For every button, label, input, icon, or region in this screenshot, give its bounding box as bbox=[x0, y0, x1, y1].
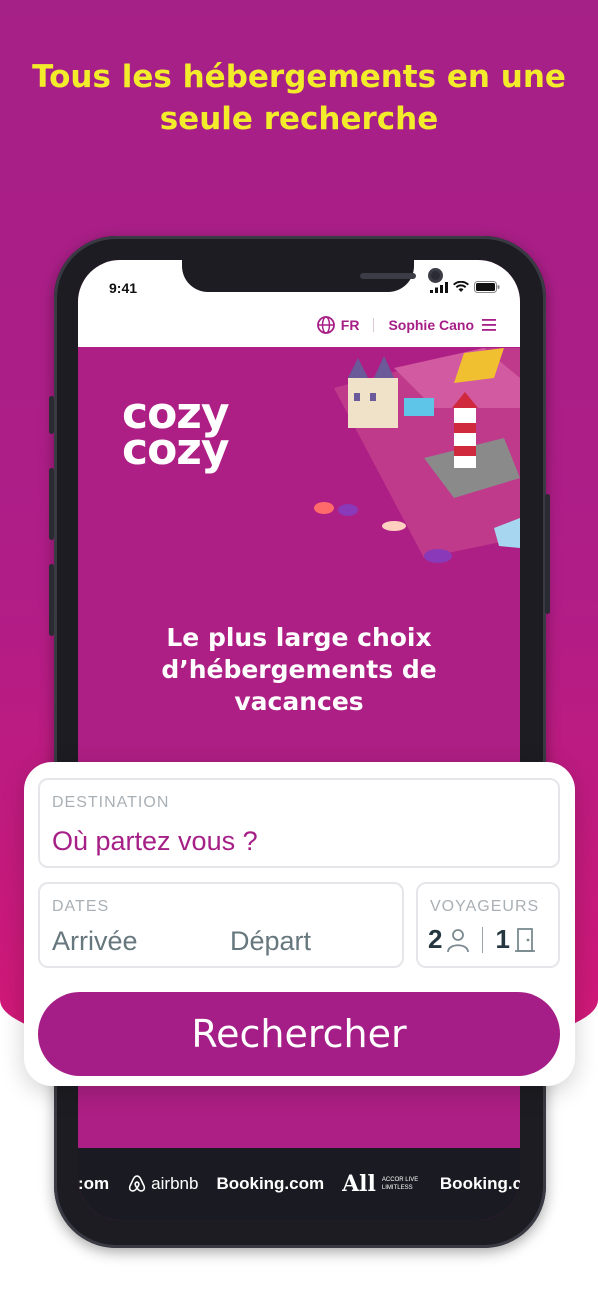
battery-icon bbox=[474, 281, 500, 293]
partner-logo-airbnb: airbnb bbox=[127, 1174, 198, 1194]
user-name: Sophie Cano bbox=[388, 317, 474, 333]
hero-title: Le plus large choix d’hébergements de va… bbox=[78, 622, 520, 718]
nav-divider bbox=[373, 318, 375, 332]
travelers-label: VOYAGEURS bbox=[430, 898, 540, 915]
top-nav: FR Sophie Cano bbox=[316, 316, 496, 334]
door-icon bbox=[514, 927, 535, 952]
phone-button bbox=[49, 468, 54, 540]
destination-label: DESTINATION bbox=[52, 794, 170, 811]
cozycozy-logo: cozy cozy bbox=[122, 392, 230, 475]
signal-icon bbox=[430, 281, 448, 293]
partner-logo-accor: All ACCOR LIVE LIMITLESS bbox=[342, 1171, 422, 1197]
user-menu[interactable]: Sophie Cano bbox=[388, 317, 496, 333]
headline-line-1: Tous les hébergements en une bbox=[32, 59, 566, 95]
partner-logo-booking: Booking.com bbox=[216, 1174, 325, 1193]
partner-logos: :om airbnb Booking.com All ACCOR LIVE LI… bbox=[78, 1148, 520, 1220]
airbnb-icon bbox=[128, 1175, 146, 1192]
phone-button bbox=[49, 564, 54, 636]
rooms-count: 1 bbox=[495, 924, 510, 954]
hero-line-3: vacances bbox=[234, 687, 364, 716]
promo-headline: Tous les hébergements en une seule reche… bbox=[0, 56, 598, 140]
language-selector[interactable]: FR bbox=[316, 316, 360, 334]
wifi-icon bbox=[453, 281, 469, 292]
hero-line-2: d’hébergements de bbox=[161, 655, 437, 684]
accor-tagline: ACCOR LIVE LIMITLESS bbox=[381, 1177, 419, 1191]
speaker bbox=[360, 273, 416, 279]
vacation-illustration bbox=[314, 348, 520, 563]
partner-logo-booking: Booking.co bbox=[439, 1174, 520, 1193]
phone-button bbox=[49, 396, 54, 434]
status-time: 9:41 bbox=[109, 280, 138, 296]
phone-button bbox=[545, 494, 550, 614]
travelers-value: 2 1 bbox=[428, 924, 536, 955]
destination-input[interactable]: Où partez vous ? bbox=[52, 826, 258, 857]
travelers-divider bbox=[482, 926, 484, 953]
person-icon bbox=[447, 928, 470, 952]
partner-logo-label: airbnb bbox=[151, 1174, 199, 1193]
search-button[interactable]: Rechercher bbox=[38, 992, 560, 1076]
search-card: DESTINATION Où partez vous ? DATES Arriv… bbox=[24, 762, 575, 1086]
language-label: FR bbox=[340, 317, 360, 333]
dates-field[interactable]: DATES Arrivée Départ bbox=[38, 882, 404, 968]
headline-line-2: seule recherche bbox=[159, 101, 439, 137]
destination-field[interactable]: DESTINATION Où partez vous ? bbox=[38, 778, 560, 868]
partner-logo-label: All bbox=[342, 1171, 376, 1197]
travelers-field[interactable]: VOYAGEURS 2 1 bbox=[416, 882, 560, 968]
dates-label: DATES bbox=[52, 898, 110, 915]
partner-logo: :om bbox=[78, 1174, 110, 1193]
menu-icon bbox=[482, 319, 496, 331]
status-icons bbox=[430, 281, 500, 293]
notch bbox=[182, 260, 443, 292]
departure-date[interactable]: Départ bbox=[230, 926, 311, 957]
hero-line-1: Le plus large choix bbox=[166, 623, 432, 652]
guests-count: 2 bbox=[428, 924, 443, 954]
globe-icon bbox=[316, 316, 335, 334]
logo-line-2: cozy bbox=[122, 424, 230, 475]
arrival-date[interactable]: Arrivée bbox=[52, 926, 138, 957]
